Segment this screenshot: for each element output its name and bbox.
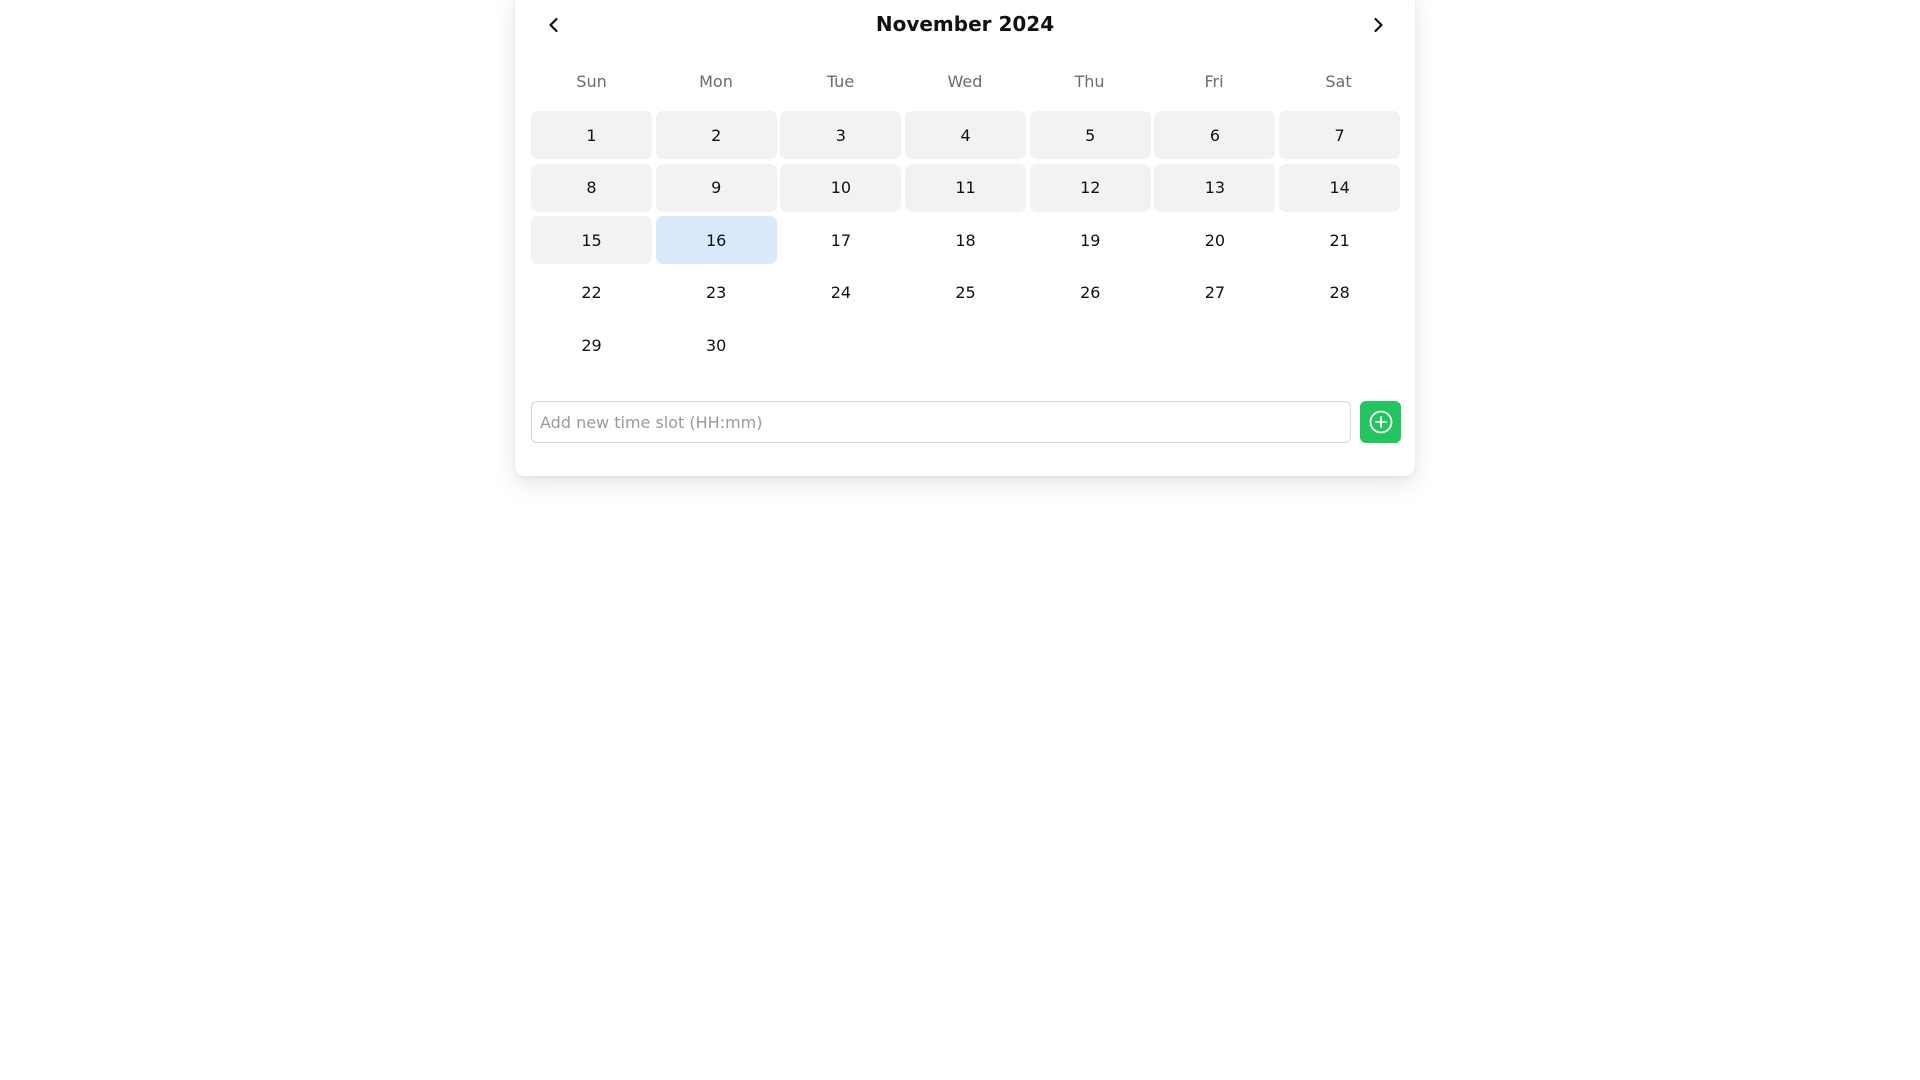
plus-circle-icon xyxy=(1369,410,1392,434)
day-cell-14[interactable]: 14 xyxy=(1279,163,1401,212)
day-cell-15[interactable]: 15 xyxy=(531,216,652,264)
day-cell-30[interactable]: 30 xyxy=(656,321,777,369)
weekday-sun: Sun xyxy=(576,72,607,91)
weekday-tue: Tue xyxy=(826,72,855,91)
calendar-header: November 2024 xyxy=(531,0,1399,50)
day-cell-9[interactable]: 9 xyxy=(655,163,777,212)
day-cell-10[interactable]: 10 xyxy=(780,163,902,212)
weekday-sat: Sat xyxy=(1325,72,1352,91)
day-cell-16[interactable]: 16 xyxy=(655,216,777,264)
weekday-header-row: Sun Mon Tue Wed Thu Fri Sat xyxy=(531,70,1401,94)
day-cell-26[interactable]: 26 xyxy=(1030,269,1151,317)
day-cell-17[interactable]: 17 xyxy=(780,216,901,264)
weekday-thu: Thu xyxy=(1074,72,1105,91)
weekday-mon: Mon xyxy=(699,72,733,91)
day-cell-27[interactable]: 27 xyxy=(1154,269,1275,317)
day-cell-24[interactable]: 24 xyxy=(780,269,901,317)
day-cell-6[interactable]: 6 xyxy=(1154,111,1276,159)
day-cell-23[interactable]: 23 xyxy=(656,269,777,317)
next-month-button[interactable] xyxy=(1359,6,1397,44)
day-cell-7[interactable]: 7 xyxy=(1279,111,1401,159)
calendar-card: November 2024 Sun Mon Tue Wed Thu Fri Sa… xyxy=(515,0,1415,476)
day-cell-22[interactable]: 22 xyxy=(531,269,652,317)
day-cell-13[interactable]: 13 xyxy=(1154,163,1276,212)
day-cell-20[interactable]: 20 xyxy=(1154,216,1275,264)
days-grid: 1 2 3 4 5 6 7 8 9 10 11 12 13 14 15 16 17 18 19 20 21 22 23 24 2… xyxy=(531,111,1401,369)
day-cell-3[interactable]: 3 xyxy=(780,111,902,159)
day-cell-29[interactable]: 29 xyxy=(531,321,652,369)
weekday-wed: Wed xyxy=(947,72,983,91)
add-timeslot-button[interactable] xyxy=(1360,401,1401,443)
day-cell-21[interactable]: 21 xyxy=(1279,216,1400,264)
day-cell-11[interactable]: 11 xyxy=(905,163,1027,212)
day-cell-28[interactable]: 28 xyxy=(1279,269,1400,317)
day-cell-19[interactable]: 19 xyxy=(1030,216,1151,264)
weekday-fri: Fri xyxy=(1204,72,1224,91)
day-cell-18[interactable]: 18 xyxy=(905,216,1026,264)
chevron-right-icon xyxy=(1374,17,1383,33)
timeslot-input[interactable] xyxy=(531,401,1351,443)
timeslot-row xyxy=(531,401,1401,443)
day-cell-8[interactable]: 8 xyxy=(531,163,652,212)
day-cell-1[interactable]: 1 xyxy=(531,111,652,159)
day-cell-25[interactable]: 25 xyxy=(905,269,1026,317)
day-cell-5[interactable]: 5 xyxy=(1029,111,1151,159)
month-title: November 2024 xyxy=(875,12,1055,36)
day-cell-12[interactable]: 12 xyxy=(1029,163,1151,212)
day-cell-2[interactable]: 2 xyxy=(655,111,777,159)
day-cell-4[interactable]: 4 xyxy=(905,111,1027,159)
